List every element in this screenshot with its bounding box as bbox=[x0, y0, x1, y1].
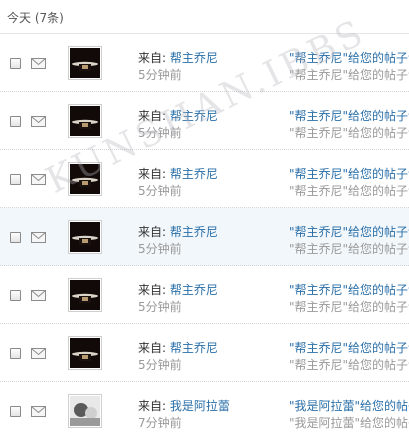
sender-line: 来自: 我是阿拉蕾 bbox=[138, 397, 230, 414]
message-time: 5分钟前 bbox=[138, 126, 182, 140]
sender-line: 来自: 帮主乔尼 bbox=[138, 339, 218, 356]
avatar[interactable] bbox=[68, 220, 102, 254]
message-time: 5分钟前 bbox=[138, 300, 182, 314]
avatar[interactable] bbox=[68, 46, 102, 80]
select-checkbox[interactable] bbox=[10, 406, 21, 417]
avatar[interactable] bbox=[68, 162, 102, 196]
avatar[interactable] bbox=[68, 278, 102, 312]
select-checkbox[interactable] bbox=[10, 58, 21, 69]
select-checkbox[interactable] bbox=[10, 174, 21, 185]
message-subject-preview: "我是阿拉蕾"给您的帖子 bbox=[289, 416, 409, 430]
message-row[interactable]: 来自: 帮主乔尼 5分钟前 "帮主乔尼"给您的帖子评 "帮主乔尼"给您的帖子评 bbox=[0, 324, 409, 382]
sender-prefix: 来自: bbox=[138, 225, 170, 239]
message-subject-preview: "帮主乔尼"给您的帖子评 bbox=[289, 300, 409, 314]
message-subject-preview: "帮主乔尼"给您的帖子评 bbox=[289, 184, 409, 198]
message-row[interactable]: 来自: 帮主乔尼 5分钟前 "帮主乔尼"给您的帖子评 "帮主乔尼"给您的帖子评 bbox=[0, 34, 409, 92]
sender-line: 来自: 帮主乔尼 bbox=[138, 165, 218, 182]
sender-prefix: 来自: bbox=[138, 109, 170, 123]
message-time: 5分钟前 bbox=[138, 184, 182, 198]
sender-name-link[interactable]: 帮主乔尼 bbox=[170, 283, 218, 297]
select-checkbox[interactable] bbox=[10, 232, 21, 243]
sender-prefix: 来自: bbox=[138, 399, 170, 413]
sender-line: 来自: 帮主乔尼 bbox=[138, 223, 218, 240]
select-checkbox[interactable] bbox=[10, 348, 21, 359]
sender-line: 来自: 帮主乔尼 bbox=[138, 107, 218, 124]
message-subject-link[interactable]: "帮主乔尼"给您的帖子评 bbox=[289, 49, 409, 66]
message-time: 5分钟前 bbox=[138, 358, 182, 372]
envelope-icon[interactable] bbox=[31, 58, 46, 69]
envelope-icon[interactable] bbox=[31, 348, 46, 359]
envelope-icon[interactable] bbox=[31, 232, 46, 243]
sender-name-link[interactable]: 帮主乔尼 bbox=[170, 109, 218, 123]
message-subject-link[interactable]: "我是阿拉蕾"给您的帖子 bbox=[289, 397, 409, 414]
envelope-icon[interactable] bbox=[31, 290, 46, 301]
message-row[interactable]: 来自: 帮主乔尼 5分钟前 "帮主乔尼"给您的帖子评 "帮主乔尼"给您的帖子评 bbox=[0, 208, 409, 266]
sender-name-link[interactable]: 帮主乔尼 bbox=[170, 51, 218, 65]
message-row[interactable]: 来自: 帮主乔尼 5分钟前 "帮主乔尼"给您的帖子评 "帮主乔尼"给您的帖子评 bbox=[0, 266, 409, 324]
message-subject-preview: "帮主乔尼"给您的帖子评 bbox=[289, 68, 409, 82]
sender-name-link[interactable]: 我是阿拉蕾 bbox=[170, 399, 230, 413]
list-header: 今天 (7条) bbox=[0, 0, 409, 34]
message-subject-link[interactable]: "帮主乔尼"给您的帖子评 bbox=[289, 165, 409, 182]
sender-name-link[interactable]: 帮主乔尼 bbox=[170, 225, 218, 239]
sender-name-link[interactable]: 帮主乔尼 bbox=[170, 341, 218, 355]
sender-name-link[interactable]: 帮主乔尼 bbox=[170, 167, 218, 181]
select-checkbox[interactable] bbox=[10, 116, 21, 127]
message-time: 5分钟前 bbox=[138, 68, 182, 82]
message-subject-link[interactable]: "帮主乔尼"给您的帖子评 bbox=[289, 107, 409, 124]
sender-prefix: 来自: bbox=[138, 167, 170, 181]
sender-prefix: 来自: bbox=[138, 341, 170, 355]
avatar[interactable] bbox=[68, 394, 102, 428]
message-time: 5分钟前 bbox=[138, 242, 182, 256]
message-subject-link[interactable]: "帮主乔尼"给您的帖子评 bbox=[289, 223, 409, 240]
envelope-icon[interactable] bbox=[31, 116, 46, 127]
select-checkbox[interactable] bbox=[10, 290, 21, 301]
message-subject-link[interactable]: "帮主乔尼"给您的帖子评 bbox=[289, 339, 409, 356]
list-header-title: 今天 (7条) bbox=[7, 11, 64, 25]
message-row[interactable]: 来自: 我是阿拉蕾 7分钟前 "我是阿拉蕾"给您的帖子 "我是阿拉蕾"给您的帖子 bbox=[0, 382, 409, 440]
message-subject-link[interactable]: "帮主乔尼"给您的帖子评 bbox=[289, 281, 409, 298]
sender-line: 来自: 帮主乔尼 bbox=[138, 281, 218, 298]
envelope-icon[interactable] bbox=[31, 174, 46, 185]
message-subject-preview: "帮主乔尼"给您的帖子评 bbox=[289, 126, 409, 140]
sender-line: 来自: 帮主乔尼 bbox=[138, 49, 218, 66]
envelope-icon[interactable] bbox=[31, 406, 46, 417]
avatar[interactable] bbox=[68, 336, 102, 370]
message-row[interactable]: 来自: 帮主乔尼 5分钟前 "帮主乔尼"给您的帖子评 "帮主乔尼"给您的帖子评 bbox=[0, 92, 409, 150]
message-time: 7分钟前 bbox=[138, 416, 182, 430]
message-row[interactable]: 来自: 帮主乔尼 5分钟前 "帮主乔尼"给您的帖子评 "帮主乔尼"给您的帖子评 bbox=[0, 150, 409, 208]
sender-prefix: 来自: bbox=[138, 283, 170, 297]
avatar[interactable] bbox=[68, 104, 102, 138]
sender-prefix: 来自: bbox=[138, 51, 170, 65]
message-subject-preview: "帮主乔尼"给您的帖子评 bbox=[289, 358, 409, 372]
message-subject-preview: "帮主乔尼"给您的帖子评 bbox=[289, 242, 409, 256]
